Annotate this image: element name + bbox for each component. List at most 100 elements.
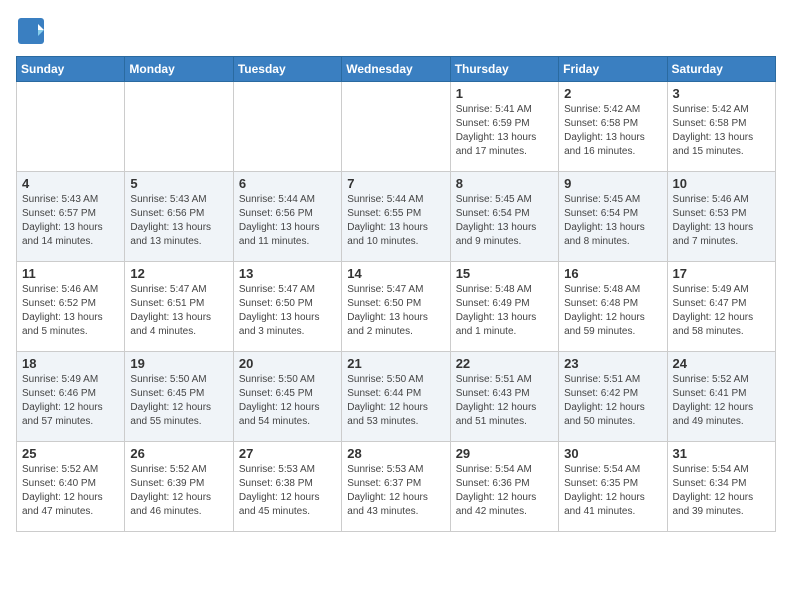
day-number: 28 [347,446,444,461]
weekday-header-monday: Monday [125,57,233,82]
calendar-cell: 28 Sunrise: 5:53 AM Sunset: 6:37 PM Dayli… [342,442,450,532]
day-number: 30 [564,446,661,461]
day-number: 31 [673,446,770,461]
calendar-week-row: 4 Sunrise: 5:43 AM Sunset: 6:57 PM Daylig… [17,172,776,262]
calendar-cell: 23 Sunrise: 5:51 AM Sunset: 6:42 PM Dayli… [559,352,667,442]
day-number: 11 [22,266,119,281]
calendar-cell: 24 Sunrise: 5:52 AM Sunset: 6:41 PM Dayli… [667,352,775,442]
day-info: Sunrise: 5:52 AM Sunset: 6:41 PM Dayligh… [673,373,770,429]
day-info: Sunrise: 5:48 AM Sunset: 6:49 PM Dayligh… [456,283,553,339]
day-number: 2 [564,86,661,101]
logo [16,16,48,46]
day-number: 24 [673,356,770,371]
logo-icon [16,16,46,46]
calendar-cell: 9Sunrise: 5:45 AM Sunset: 6:54 PM Daylig… [559,172,667,262]
calendar-cell: 21 Sunrise: 5:50 AM Sunset: 6:44 PM Dayli… [342,352,450,442]
day-number: 9 [564,176,661,191]
weekday-header-saturday: Saturday [667,57,775,82]
day-info: Sunrise: 5:51 AM Sunset: 6:42 PM Dayligh… [564,373,661,429]
day-info: Sunrise: 5:46 AM Sunset: 6:52 PM Dayligh… [22,283,119,339]
day-number: 26 [130,446,227,461]
day-info: Sunrise: 5:42 AM Sunset: 6:58 PM Dayligh… [564,103,661,159]
day-info: Sunrise: 5:42 AM Sunset: 6:58 PM Dayligh… [673,103,770,159]
calendar-table: SundayMondayTuesdayWednesdayThursdayFrid… [16,56,776,532]
page-header [16,16,776,46]
calendar-cell: 18 Sunrise: 5:49 AM Sunset: 6:46 PM Dayli… [17,352,125,442]
day-number: 22 [456,356,553,371]
day-number: 23 [564,356,661,371]
calendar-cell [233,82,341,172]
day-number: 15 [456,266,553,281]
day-number: 19 [130,356,227,371]
calendar-cell: 26Sunrise: 5:52 AM Sunset: 6:39 PM Dayli… [125,442,233,532]
day-info: Sunrise: 5:49 AM Sunset: 6:47 PM Dayligh… [673,283,770,339]
calendar-cell: 19 Sunrise: 5:50 AM Sunset: 6:45 PM Dayli… [125,352,233,442]
day-info: Sunrise: 5:47 AM Sunset: 6:50 PM Dayligh… [347,283,444,339]
day-info: Sunrise: 5:45 AM Sunset: 6:54 PM Dayligh… [456,193,553,249]
day-info: Sunrise: 5:52 AM Sunset: 6:40 PM Dayligh… [22,463,119,519]
day-number: 20 [239,356,336,371]
calendar-cell [342,82,450,172]
day-info: Sunrise: 5:53 AM Sunset: 6:38 PM Dayligh… [239,463,336,519]
day-number: 29 [456,446,553,461]
weekday-header-row: SundayMondayTuesdayWednesdayThursdayFrid… [17,57,776,82]
calendar-cell: 13 Sunrise: 5:47 AM Sunset: 6:50 PM Dayli… [233,262,341,352]
day-info: Sunrise: 5:41 AM Sunset: 6:59 PM Dayligh… [456,103,553,159]
day-number: 27 [239,446,336,461]
day-info: Sunrise: 5:50 AM Sunset: 6:44 PM Dayligh… [347,373,444,429]
calendar-cell: 1 Sunrise: 5:41 AM Sunset: 6:59 PM Daylig… [450,82,558,172]
calendar-cell: 10 Sunrise: 5:46 AM Sunset: 6:53 PM Dayli… [667,172,775,262]
calendar-cell: 6Sunrise: 5:44 AM Sunset: 6:56 PM Daylig… [233,172,341,262]
day-number: 13 [239,266,336,281]
calendar-cell: 30 Sunrise: 5:54 AM Sunset: 6:35 PM Dayli… [559,442,667,532]
calendar-week-row: 11 Sunrise: 5:46 AM Sunset: 6:52 PM Dayli… [17,262,776,352]
weekday-header-tuesday: Tuesday [233,57,341,82]
calendar-cell: 2 Sunrise: 5:42 AM Sunset: 6:58 PM Daylig… [559,82,667,172]
calendar-cell: 7Sunrise: 5:44 AM Sunset: 6:55 PM Daylig… [342,172,450,262]
weekday-header-wednesday: Wednesday [342,57,450,82]
day-number: 8 [456,176,553,191]
day-info: Sunrise: 5:47 AM Sunset: 6:50 PM Dayligh… [239,283,336,339]
day-number: 7 [347,176,444,191]
day-info: Sunrise: 5:46 AM Sunset: 6:53 PM Dayligh… [673,193,770,249]
day-info: Sunrise: 5:43 AM Sunset: 6:57 PM Dayligh… [22,193,119,249]
calendar-cell [17,82,125,172]
calendar-cell: 15 Sunrise: 5:48 AM Sunset: 6:49 PM Dayli… [450,262,558,352]
calendar-cell: 3 Sunrise: 5:42 AM Sunset: 6:58 PM Daylig… [667,82,775,172]
day-info: Sunrise: 5:54 AM Sunset: 6:35 PM Dayligh… [564,463,661,519]
day-info: Sunrise: 5:48 AM Sunset: 6:48 PM Dayligh… [564,283,661,339]
day-number: 1 [456,86,553,101]
day-info: Sunrise: 5:51 AM Sunset: 6:43 PM Dayligh… [456,373,553,429]
weekday-header-friday: Friday [559,57,667,82]
day-info: Sunrise: 5:43 AM Sunset: 6:56 PM Dayligh… [130,193,227,249]
calendar-cell: 25 Sunrise: 5:52 AM Sunset: 6:40 PM Dayli… [17,442,125,532]
calendar-cell: 16Sunrise: 5:48 AM Sunset: 6:48 PM Dayli… [559,262,667,352]
day-number: 18 [22,356,119,371]
calendar-cell: 17 Sunrise: 5:49 AM Sunset: 6:47 PM Dayli… [667,262,775,352]
weekday-header-thursday: Thursday [450,57,558,82]
calendar-cell: 29 Sunrise: 5:54 AM Sunset: 6:36 PM Dayli… [450,442,558,532]
day-info: Sunrise: 5:54 AM Sunset: 6:36 PM Dayligh… [456,463,553,519]
day-info: Sunrise: 5:53 AM Sunset: 6:37 PM Dayligh… [347,463,444,519]
day-number: 4 [22,176,119,191]
calendar-cell: 8 Sunrise: 5:45 AM Sunset: 6:54 PM Daylig… [450,172,558,262]
calendar-week-row: 25 Sunrise: 5:52 AM Sunset: 6:40 PM Dayli… [17,442,776,532]
day-number: 17 [673,266,770,281]
calendar-cell: 20 Sunrise: 5:50 AM Sunset: 6:45 PM Dayli… [233,352,341,442]
calendar-week-row: 1 Sunrise: 5:41 AM Sunset: 6:59 PM Daylig… [17,82,776,172]
day-number: 10 [673,176,770,191]
day-number: 25 [22,446,119,461]
day-info: Sunrise: 5:50 AM Sunset: 6:45 PM Dayligh… [239,373,336,429]
day-info: Sunrise: 5:49 AM Sunset: 6:46 PM Dayligh… [22,373,119,429]
calendar-cell: 11 Sunrise: 5:46 AM Sunset: 6:52 PM Dayli… [17,262,125,352]
day-number: 5 [130,176,227,191]
day-info: Sunrise: 5:47 AM Sunset: 6:51 PM Dayligh… [130,283,227,339]
day-info: Sunrise: 5:54 AM Sunset: 6:34 PM Dayligh… [673,463,770,519]
calendar-week-row: 18 Sunrise: 5:49 AM Sunset: 6:46 PM Dayli… [17,352,776,442]
calendar-cell [125,82,233,172]
calendar-cell: 31 Sunrise: 5:54 AM Sunset: 6:34 PM Dayli… [667,442,775,532]
day-info: Sunrise: 5:50 AM Sunset: 6:45 PM Dayligh… [130,373,227,429]
day-number: 21 [347,356,444,371]
day-number: 3 [673,86,770,101]
calendar-cell: 5 Sunrise: 5:43 AM Sunset: 6:56 PM Daylig… [125,172,233,262]
